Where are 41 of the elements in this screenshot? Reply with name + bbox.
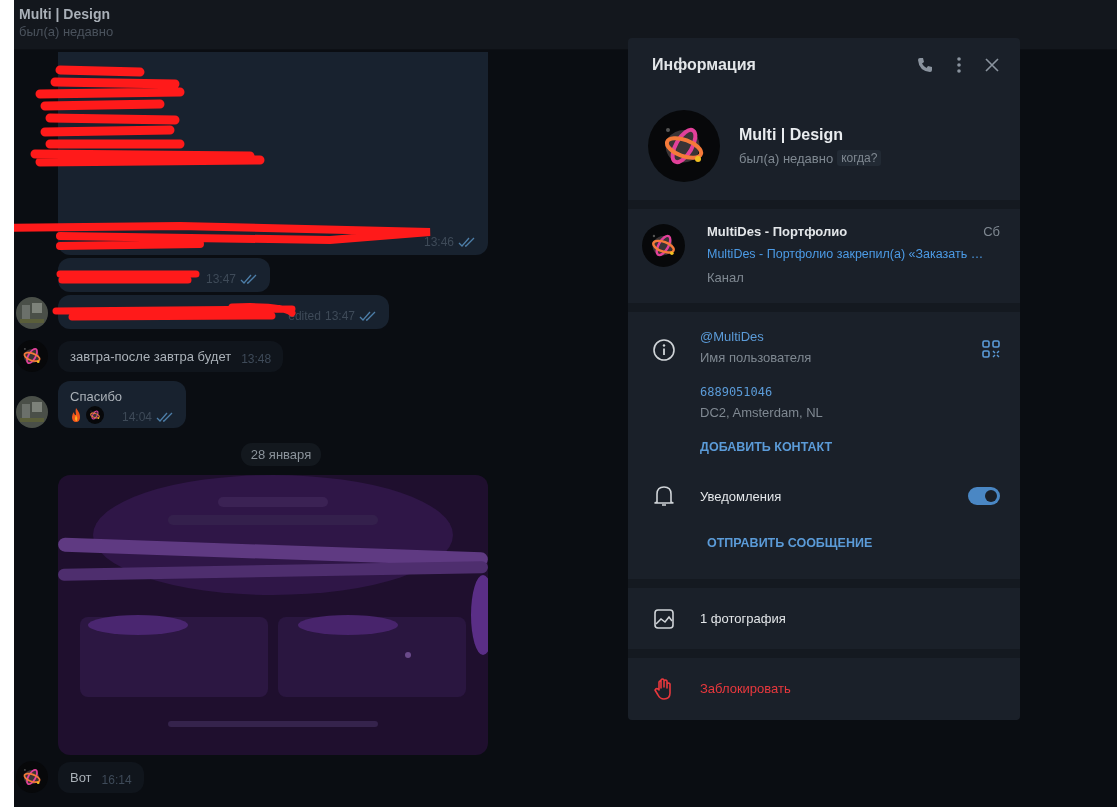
username-link[interactable]: @MultiDes	[700, 328, 958, 346]
profile-status: был(а) недавно	[739, 150, 834, 166]
channel-preview[interactable]: MultiDes - Портфолио закрепил(а) «Заказать …	[707, 247, 1000, 261]
fire-reaction-icon[interactable]	[70, 407, 82, 423]
block-button[interactable]: Заблокировать	[700, 681, 791, 696]
channel-type: Канал	[707, 270, 745, 285]
message-time: 16:14	[101, 773, 132, 787]
photos-link[interactable]: 1 фотография	[700, 611, 786, 626]
notifications-toggle[interactable]	[968, 487, 1000, 505]
add-contact-button[interactable]: ДОБАВИТЬ КОНТАКТ	[700, 440, 958, 454]
avatar[interactable]	[16, 297, 48, 329]
send-message-button[interactable]: ОТПРАВИТЬ СООБЩЕНИЕ	[707, 536, 873, 550]
location-text: DC2, Amsterdam, NL	[700, 404, 824, 422]
date-badge: 28 января	[240, 443, 322, 466]
message-text: Спасибо	[70, 388, 123, 406]
chat-status: был(а) недавно	[19, 23, 115, 41]
when-button[interactable]: когда?	[837, 150, 882, 166]
message-text: Вот	[70, 769, 92, 787]
reaction-avatar[interactable]	[86, 406, 104, 424]
channel-date: Сб	[983, 224, 1000, 239]
phone-icon[interactable]	[916, 56, 934, 74]
channel-name[interactable]: MultiDes - Портфолио	[707, 224, 848, 239]
bell-icon	[652, 484, 676, 508]
avatar[interactable]	[16, 761, 48, 793]
message-time: 13:48	[241, 352, 272, 366]
notifications-label: Уведомления	[700, 488, 783, 504]
avatar[interactable]	[16, 340, 48, 372]
username-label: Имя пользователя	[700, 349, 813, 367]
close-icon[interactable]	[984, 57, 1000, 73]
profile-name: Multi | Design	[739, 126, 845, 144]
message-text: завтра-после завтра будет	[70, 348, 232, 366]
user-id[interactable]: 6889051046	[700, 383, 958, 401]
avatar[interactable]	[16, 396, 48, 428]
channel-avatar[interactable]	[642, 224, 685, 267]
more-options-icon[interactable]	[956, 56, 962, 74]
chat-title: Multi | Design	[19, 6, 112, 22]
profile-avatar[interactable]	[648, 110, 720, 182]
qr-code-icon[interactable]	[982, 340, 1000, 358]
info-icon	[652, 338, 676, 362]
panel-title: Информация	[652, 56, 757, 74]
image-icon	[652, 607, 676, 630]
